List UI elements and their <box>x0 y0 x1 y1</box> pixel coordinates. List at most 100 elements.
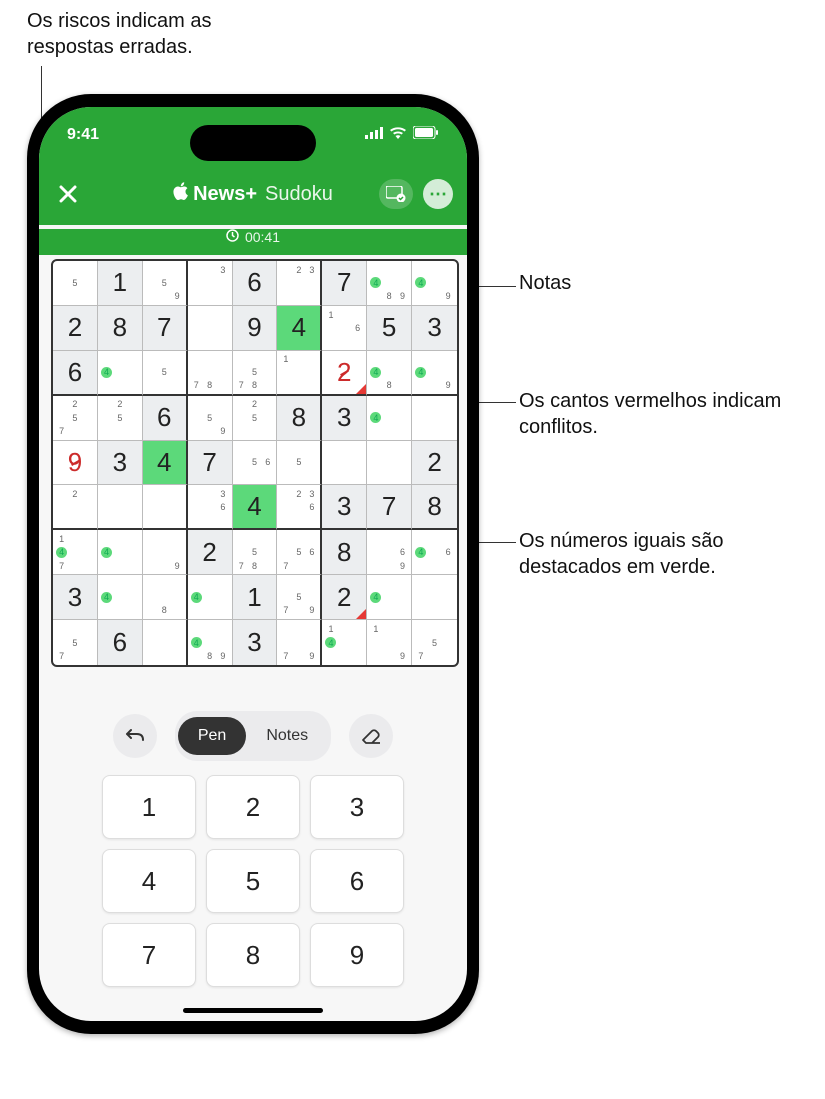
cell-4-9[interactable] <box>412 396 457 441</box>
keypad-1[interactable]: 1 <box>102 775 196 839</box>
screen-check-button[interactable] <box>379 179 413 209</box>
keypad-3[interactable]: 3 <box>310 775 404 839</box>
cell-4-6[interactable]: 8 <box>277 396 322 441</box>
cell-2-1[interactable]: 2 <box>53 306 98 351</box>
cell-3-1[interactable]: 6 <box>53 351 98 396</box>
cell-3-9[interactable]: 49 <box>412 351 457 396</box>
keypad-8[interactable]: 8 <box>206 923 300 987</box>
cell-3-2[interactable]: 4 <box>98 351 143 396</box>
cell-5-5[interactable]: 56 <box>233 441 278 486</box>
cell-8-3[interactable]: 8 <box>143 575 188 620</box>
cell-9-2[interactable]: 6 <box>98 620 143 665</box>
cell-5-9[interactable]: 2 <box>412 441 457 486</box>
cell-1-5[interactable]: 6 <box>233 261 278 306</box>
cell-1-4[interactable]: 3 <box>188 261 233 306</box>
cell-7-9[interactable]: 46 <box>412 530 457 575</box>
cell-7-4[interactable]: 2 <box>188 530 233 575</box>
cell-4-3[interactable]: 6 <box>143 396 188 441</box>
cell-5-4[interactable]: 7 <box>188 441 233 486</box>
cell-2-2[interactable]: 8 <box>98 306 143 351</box>
more-button[interactable]: ⋯ <box>423 179 453 209</box>
cell-4-4[interactable]: 59 <box>188 396 233 441</box>
cell-4-2[interactable]: 25 <box>98 396 143 441</box>
cell-8-9[interactable] <box>412 575 457 620</box>
cell-9-4[interactable]: 489 <box>188 620 233 665</box>
erase-button[interactable] <box>349 714 393 758</box>
cell-4-7[interactable]: 3 <box>322 396 367 441</box>
cell-2-8[interactable]: 5 <box>367 306 412 351</box>
keypad-2[interactable]: 2 <box>206 775 300 839</box>
cell-8-5[interactable]: 1 <box>233 575 278 620</box>
cell-6-1[interactable]: 2 <box>53 485 98 530</box>
cell-5-8[interactable] <box>367 441 412 486</box>
cell-6-3[interactable] <box>143 485 188 530</box>
cell-2-4[interactable] <box>188 306 233 351</box>
cell-8-7[interactable]: 2 <box>322 575 367 620</box>
cell-9-1[interactable]: 57 <box>53 620 98 665</box>
cell-1-9[interactable]: 49 <box>412 261 457 306</box>
cell-7-7[interactable]: 8 <box>322 530 367 575</box>
cell-5-7[interactable] <box>322 441 367 486</box>
cell-8-2[interactable]: 4 <box>98 575 143 620</box>
cell-6-5[interactable]: 4 <box>233 485 278 530</box>
cell-2-7[interactable]: 16 <box>322 306 367 351</box>
cell-1-3[interactable]: 59 <box>143 261 188 306</box>
cell-7-8[interactable]: 69 <box>367 530 412 575</box>
cell-6-2[interactable] <box>98 485 143 530</box>
cell-1-1[interactable]: 5 <box>53 261 98 306</box>
cell-6-4[interactable]: 36 <box>188 485 233 530</box>
cell-9-5[interactable]: 3 <box>233 620 278 665</box>
keypad-9[interactable]: 9 <box>310 923 404 987</box>
keypad-6[interactable]: 6 <box>310 849 404 913</box>
cell-1-7[interactable]: 7 <box>322 261 367 306</box>
cell-6-9[interactable]: 8 <box>412 485 457 530</box>
pen-mode-button[interactable]: Pen <box>178 717 246 755</box>
cell-5-6[interactable]: 5 <box>277 441 322 486</box>
cell-3-8[interactable]: 48 <box>367 351 412 396</box>
cell-3-7[interactable]: 2 <box>322 351 367 396</box>
cell-9-8[interactable]: 19 <box>367 620 412 665</box>
cell-1-6[interactable]: 23 <box>277 261 322 306</box>
cell-4-5[interactable]: 25 <box>233 396 278 441</box>
cell-5-3[interactable]: 4 <box>143 441 188 486</box>
cell-5-1[interactable]: 9 <box>53 441 98 486</box>
cell-7-6[interactable]: 567 <box>277 530 322 575</box>
cell-9-6[interactable]: 79 <box>277 620 322 665</box>
undo-button[interactable] <box>113 714 157 758</box>
keypad-4[interactable]: 4 <box>102 849 196 913</box>
cell-notes: 19 <box>369 622 409 663</box>
cell-7-5[interactable]: 578 <box>233 530 278 575</box>
cell-8-4[interactable]: 4 <box>188 575 233 620</box>
cell-4-1[interactable]: 257 <box>53 396 98 441</box>
cell-6-8[interactable]: 7 <box>367 485 412 530</box>
cell-3-3[interactable]: 5 <box>143 351 188 396</box>
notes-mode-button[interactable]: Notes <box>246 717 328 755</box>
cell-3-4[interactable]: 78 <box>188 351 233 396</box>
cell-2-9[interactable]: 3 <box>412 306 457 351</box>
cell-7-1[interactable]: 147 <box>53 530 98 575</box>
cell-7-2[interactable]: 4 <box>98 530 143 575</box>
cell-9-3[interactable] <box>143 620 188 665</box>
cell-8-1[interactable]: 3 <box>53 575 98 620</box>
cell-9-7[interactable]: 14 <box>322 620 367 665</box>
cell-9-9[interactable]: 57 <box>412 620 457 665</box>
cell-8-8[interactable]: 4 <box>367 575 412 620</box>
cell-2-5[interactable]: 9 <box>233 306 278 351</box>
sudoku-grid[interactable]: 5159362374894928794165364578578124849257… <box>51 259 459 667</box>
cell-notes: 49 <box>414 353 455 392</box>
cell-2-6[interactable]: 4 <box>277 306 322 351</box>
cell-6-7[interactable]: 3 <box>322 485 367 530</box>
close-button[interactable] <box>53 179 83 209</box>
cell-1-2[interactable]: 1 <box>98 261 143 306</box>
keypad-5[interactable]: 5 <box>206 849 300 913</box>
cell-8-6[interactable]: 579 <box>277 575 322 620</box>
cell-6-6[interactable]: 236 <box>277 485 322 530</box>
cell-5-2[interactable]: 3 <box>98 441 143 486</box>
cell-3-6[interactable]: 1 <box>277 351 322 396</box>
cell-1-8[interactable]: 489 <box>367 261 412 306</box>
keypad-7[interactable]: 7 <box>102 923 196 987</box>
cell-7-3[interactable]: 9 <box>143 530 188 575</box>
cell-2-3[interactable]: 7 <box>143 306 188 351</box>
cell-3-5[interactable]: 578 <box>233 351 278 396</box>
cell-4-8[interactable]: 4 <box>367 396 412 441</box>
